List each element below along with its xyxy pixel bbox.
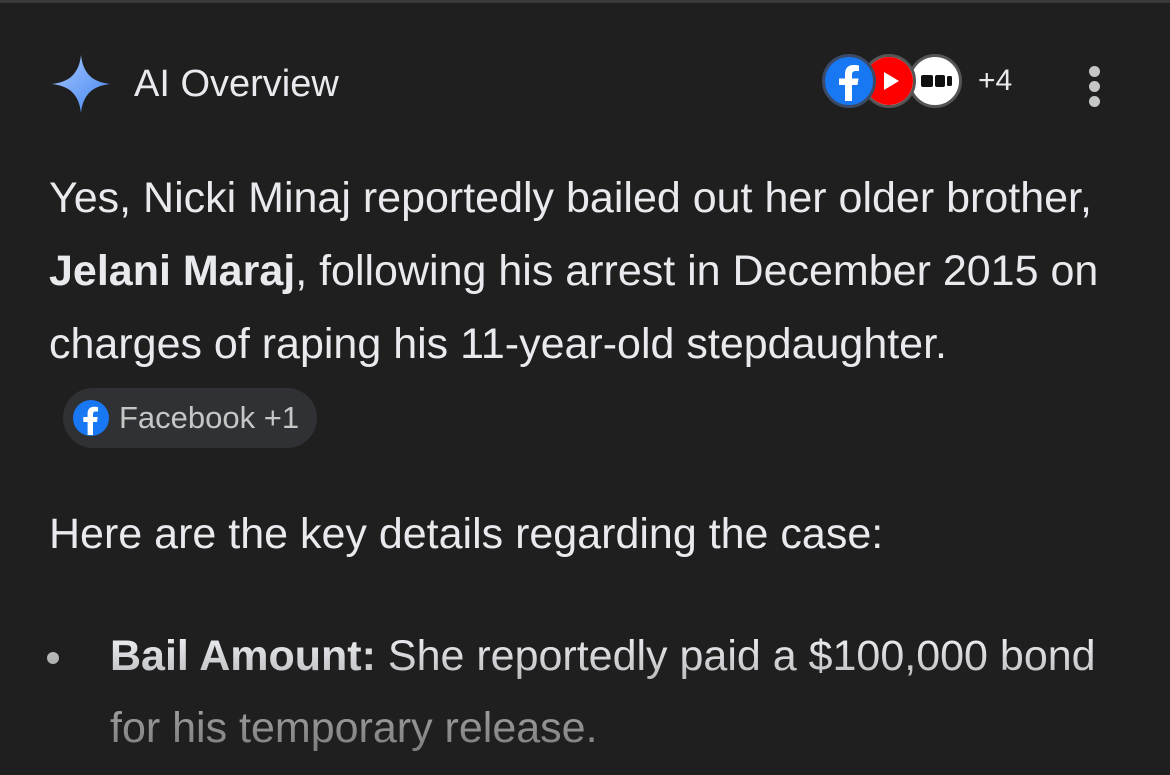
- chip-label: Facebook +1: [119, 399, 300, 435]
- top-divider: [0, 0, 1170, 3]
- sources-count: +4: [978, 64, 1013, 97]
- list-item: Bail Amount: She reportedly paid a $100,…: [0, 620, 1170, 775]
- more-options-icon[interactable]: [1080, 64, 1110, 108]
- sources-button[interactable]: +4: [822, 54, 1032, 114]
- sparkle-icon: [52, 55, 110, 113]
- paragraph-text-start: Yes, Nicki Minaj reportedly bailed out h…: [49, 174, 1092, 222]
- source-chip-facebook[interactable]: Facebook +1: [63, 387, 318, 448]
- facebook-icon: [822, 54, 876, 108]
- bold-name: Jelani Maraj: [49, 247, 296, 295]
- details-intro: Here are the key details regarding the c…: [49, 510, 884, 558]
- bullet-label: Bail Amount:: [110, 632, 376, 680]
- medium-icon: [908, 54, 962, 108]
- facebook-icon: [73, 399, 109, 436]
- bullet-icon: [47, 652, 59, 664]
- bullet-text: Bail Amount: She reportedly paid a $100,…: [110, 620, 1140, 764]
- ai-overview-header: AI Overview +4: [50, 50, 1120, 120]
- ai-overview-title: AI Overview: [134, 63, 339, 105]
- overview-paragraph: Yes, Nicki Minaj reportedly bailed out h…: [49, 162, 1129, 454]
